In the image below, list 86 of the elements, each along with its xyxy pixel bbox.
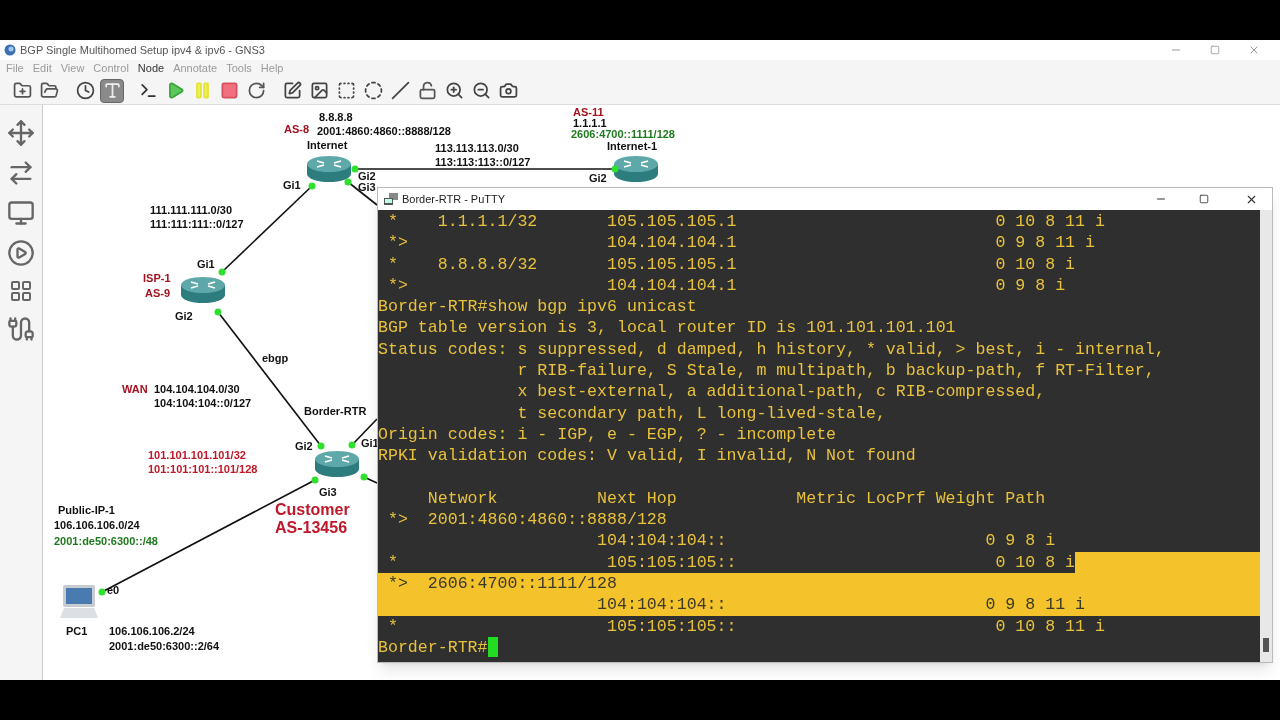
terminal-line: r RIB-failure, S Stale, m multipath, b backup-path, f RT-Filter,	[516, 360, 1156, 382]
node-label: 2001:4860:4860::8888/128	[317, 126, 451, 137]
port-dot	[311, 476, 319, 484]
play-circle-icon[interactable]	[7, 239, 35, 267]
port-dot	[98, 588, 106, 596]
terminal-line: RPKI validation codes: V valid, I invalid, N Not found	[378, 445, 917, 467]
node-label: PC1	[66, 626, 88, 637]
terminal-line: * 105:105:105:: 0 10 8 11 i	[386, 615, 1106, 637]
terminal-line: Origin codes: i - IGP, e - EGP, ? - incomplete	[378, 423, 838, 446]
port-dot	[218, 268, 226, 276]
terminal-line: *> 2001:4860:4860::8888/128	[386, 509, 668, 531]
cable-icon[interactable]	[7, 315, 35, 343]
terminal-line: BGP table version is 3, local router ID is 101.101.101.101	[378, 317, 957, 339]
port-dot	[308, 182, 316, 190]
node-label: AS-9	[145, 288, 171, 299]
node-label: Border-RTR	[304, 406, 367, 417]
terminal-line: Status codes: s suppressed, d damped, h history, * valid, > best, i - internal,	[378, 338, 1166, 361]
node-label: 106.106.106.0/24	[54, 520, 140, 531]
terminal-line: * 8.8.8.8/32 105.105.105.1 0 10 8 i	[386, 253, 1077, 275]
node-label: Gi1	[361, 438, 379, 449]
router-icon[interactable]	[306, 154, 352, 184]
node-label: 2001:de50:6300::2/64	[109, 641, 220, 652]
terminal-line: x best-external, a additional-path, c RIB-compressed,	[516, 381, 1047, 403]
router-icon[interactable]	[314, 449, 360, 479]
window-title: BGP Single Multihomed Setup ipv4 & ipv6 - GNS3	[20, 42, 265, 58]
move-icon[interactable]	[7, 119, 35, 147]
app-logo-icon	[4, 44, 16, 56]
grid-icon[interactable]	[9, 279, 33, 303]
node-label: Gi1	[283, 180, 301, 191]
node-label: Internet	[307, 140, 348, 151]
router-icon[interactable]	[180, 275, 226, 305]
node-label: Public-IP-1	[58, 505, 115, 516]
port-dot	[611, 165, 619, 173]
node-label: Gi3	[358, 182, 376, 193]
port-dot	[344, 178, 352, 186]
computers-icon	[384, 192, 398, 206]
node-label: 113:113:113::0/127	[435, 157, 531, 168]
terminal-line: * 1.1.1.1/32 105.105.105.1 0 10 8 11 i	[386, 211, 1106, 233]
terminal-line: Border-RTR#show bgp ipv6 unicast	[378, 296, 698, 318]
node-label: Gi1	[197, 259, 215, 270]
terminal-line: Border-RTR#	[378, 636, 488, 659]
node-label: 104.104.104.0/30	[154, 384, 240, 395]
node-label: 104:104:104::0/127	[154, 398, 252, 409]
monitor-icon[interactable]	[7, 199, 35, 227]
node-label: WAN	[122, 384, 148, 395]
terminal-line: * 105:105:105:: 0 10 8 i	[386, 551, 1076, 574]
node-label: 8.8.8.8	[319, 112, 353, 123]
node-label: ISP-1	[143, 273, 171, 284]
node-label: 101.101.101.101/32	[148, 450, 246, 461]
node-label: 101:101:101::101/128	[148, 464, 258, 475]
node-label: Gi2	[589, 173, 607, 184]
node-label: 111:111:111::0/127	[150, 219, 244, 230]
node-label: Gi2	[295, 441, 313, 452]
node-label: 106.106.106.2/24	[109, 626, 195, 637]
node-label: 111.111.111.0/30	[150, 205, 232, 216]
terminal-line: 104:104:104:: 0 9 8 i	[596, 530, 1057, 552]
node-label: 2606:4700::1111/128	[571, 129, 675, 140]
port-dot	[317, 442, 325, 450]
node-label: Gi2	[358, 171, 376, 182]
node-label: Gi3	[319, 487, 337, 498]
node-label: Customer	[275, 502, 350, 518]
terminal-line: t secondary path, L long-lived-stale,	[516, 402, 887, 424]
node-label: AS-11	[573, 107, 604, 118]
port-dot	[214, 308, 222, 316]
terminal-line: Network Next Hop Metric LocPrf Weight Path	[426, 487, 1047, 510]
node-label: e0	[107, 585, 120, 596]
node-label: AS-8	[284, 124, 310, 135]
terminal-title: Border-RTR - PuTTY	[402, 191, 506, 207]
terminal-line: *> 104.104.104.1 0 9 8 11 i	[386, 232, 1096, 254]
port-dot	[360, 473, 368, 481]
port-dot	[351, 165, 359, 173]
menu-item[interactable]: Node	[137, 60, 165, 77]
node-label: 1.1.1.1	[573, 118, 607, 129]
scrollbar[interactable]	[1260, 210, 1272, 662]
node-label: 2001:de50:6300::/48	[54, 536, 158, 547]
node-label: ebgp	[262, 353, 289, 364]
laptop-icon[interactable]	[59, 584, 99, 620]
node-label: Gi2	[175, 311, 193, 322]
maximize-icon[interactable]	[1199, 194, 1209, 204]
router-icon[interactable]	[613, 154, 659, 184]
node-label: Internet-1	[607, 141, 658, 152]
node-label: 113.113.113.0/30	[435, 143, 519, 154]
text-icon[interactable]	[100, 78, 124, 103]
node-label: AS-13456	[275, 520, 348, 536]
port-dot	[348, 441, 356, 449]
terminal-line: *> 104.104.104.1 0 9 8 i	[386, 274, 1067, 297]
